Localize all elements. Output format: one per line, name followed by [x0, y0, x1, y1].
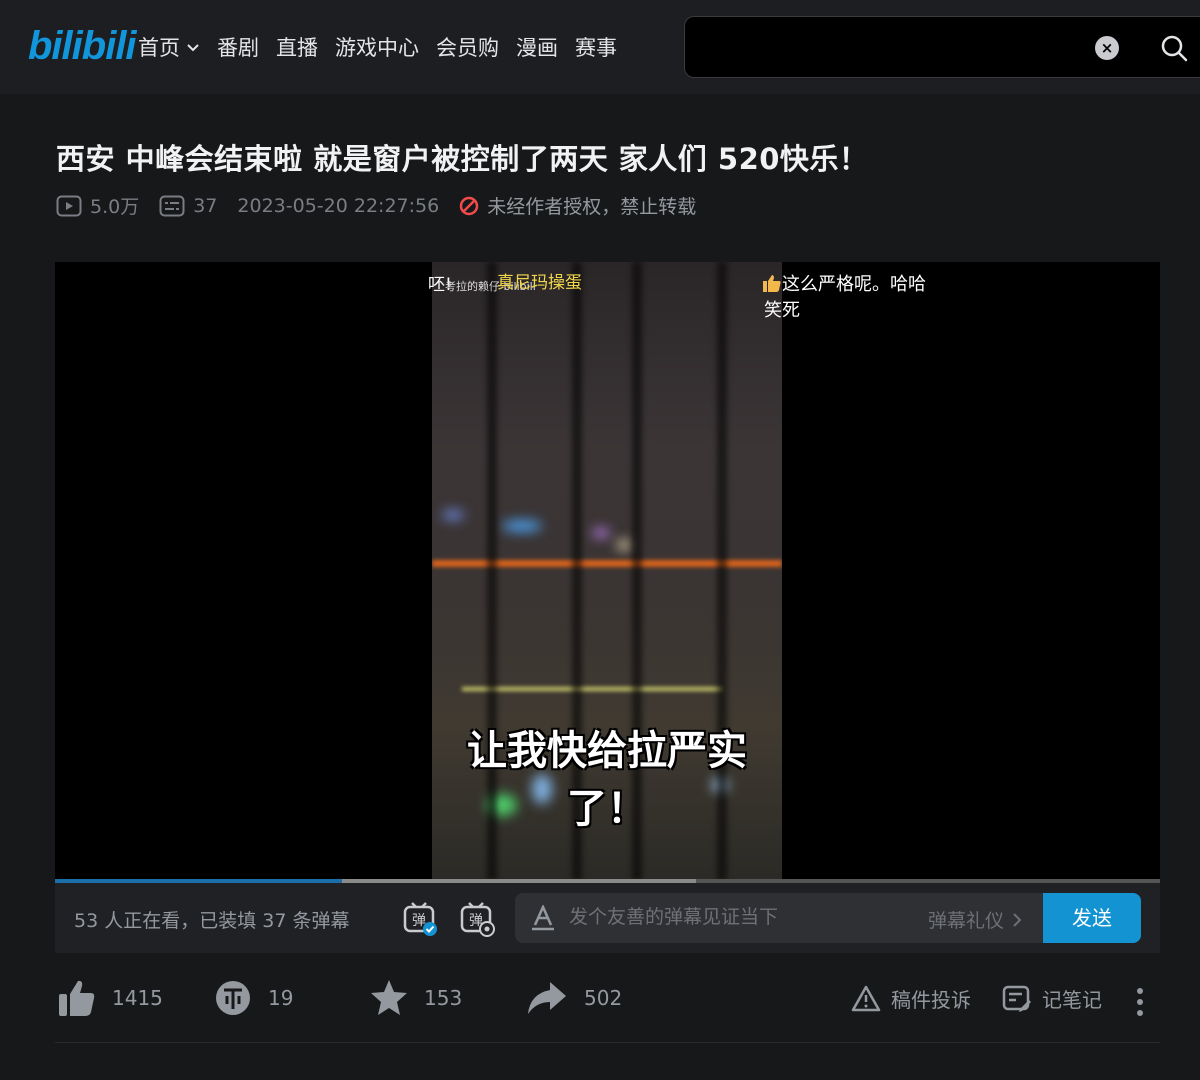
thumbs-up-icon [59, 980, 95, 1016]
star-icon [371, 980, 407, 1015]
danmaku-comment: 这么严格呢。哈哈 [762, 270, 926, 296]
coin-button[interactable]: 19 [214, 978, 293, 1018]
highway-light-orange [432, 560, 782, 567]
search-input[interactable] [701, 29, 1081, 67]
city-light [442, 510, 464, 520]
like-button[interactable]: 1415 [58, 978, 163, 1018]
video-meta: 5.0万 37 2023-05-20 22:27:56 未经作者授权，禁止转载 [56, 192, 716, 219]
video-subtitle: 让我快给拉严实了！ [467, 728, 747, 832]
danmaku-send-bar: 53 人正在看，已装填 37 条弹幕 弹 弹 弹幕礼仪 发送 [55, 883, 1160, 953]
copyright-notice: 未经作者授权，禁止转载 [459, 192, 696, 219]
note-icon [1002, 985, 1031, 1012]
divider [55, 1042, 1160, 1043]
send-danmaku-button[interactable]: 发送 [1043, 893, 1141, 943]
publish-date: 2023-05-20 22:27:56 [237, 194, 440, 217]
view-count-value: 5.0万 [90, 196, 140, 218]
video-frame: 让我快给拉严实了！ [432, 262, 782, 880]
play-count-icon [56, 195, 82, 216]
viewer-count-text: 53 人正在看，已装填 37 条弹幕 [74, 910, 350, 932]
forbidden-icon [459, 196, 479, 215]
video-player[interactable]: 让我快给拉严实了！ 呸! 考拉的赖仔 bilibili 真尼玛操蛋 这么严格呢。… [55, 262, 1160, 880]
danmaku-settings-icon[interactable]: 弹 [459, 901, 495, 937]
danmaku-toggle-icon[interactable]: 弹 [402, 901, 438, 937]
clear-search-button[interactable]: × [1095, 36, 1119, 60]
danmaku-comment-text: 这么严格呢。哈哈 [782, 274, 926, 295]
coin-icon [216, 981, 250, 1015]
nav-home-label: 首页 [138, 36, 180, 60]
chevron-down-icon [187, 44, 199, 52]
search-box: × [684, 16, 1200, 78]
video-action-toolbar: 1415 19 153 502 稿件投诉 记笔记 [56, 978, 1160, 1026]
search-icon[interactable] [1159, 33, 1189, 63]
city-light [592, 528, 610, 538]
city-light [502, 520, 542, 532]
report-label: 稿件投诉 [891, 988, 971, 1012]
danmaku-etiquette-label: 弹幕礼仪 [928, 910, 1005, 932]
warning-icon [851, 985, 881, 1011]
view-count: 5.0万 [56, 192, 139, 219]
favorite-button[interactable]: 153 [370, 978, 462, 1018]
report-button[interactable]: 稿件投诉 [851, 984, 971, 1013]
nav-game-center[interactable]: 游戏中心 [335, 32, 419, 62]
coin-count: 19 [268, 986, 294, 1010]
danmaku-etiquette-link[interactable]: 弹幕礼仪 [928, 906, 1024, 933]
nav-home[interactable]: 首页 [138, 32, 200, 62]
copyright-text: 未经作者授权，禁止转载 [487, 196, 697, 218]
favorite-count: 153 [424, 986, 463, 1010]
thumbs-up-icon [763, 275, 781, 292]
font-style-icon[interactable] [531, 905, 555, 931]
danmaku-count-icon [159, 195, 185, 216]
nav-manga[interactable]: 漫画 [516, 32, 558, 62]
note-label: 记笔记 [1042, 988, 1102, 1012]
share-icon [528, 982, 566, 1014]
danmaku-input-box: 弹幕礼仪 发送 [515, 893, 1141, 943]
top-navbar: bilibili 首页 番剧 直播 游戏中心 会员购 漫画 赛事 × [0, 0, 1200, 94]
main-nav: 首页 番剧 直播 游戏中心 会员购 漫画 赛事 [138, 32, 634, 62]
bilibili-logo[interactable]: bilibili [28, 24, 137, 69]
share-button[interactable]: 502 [526, 978, 622, 1018]
nav-member-shop[interactable]: 会员购 [436, 32, 499, 62]
chevron-right-icon [1013, 912, 1022, 927]
share-count: 502 [584, 986, 623, 1010]
danmaku-comment: 真尼玛操蛋 [497, 273, 582, 293]
more-options-icon[interactable] [1134, 986, 1146, 1018]
note-button[interactable]: 记笔记 [1002, 984, 1102, 1013]
danmaku-count: 37 [159, 195, 217, 217]
nav-anime[interactable]: 番剧 [217, 32, 259, 62]
danmaku-count-value: 37 [193, 194, 218, 217]
danmaku-input[interactable] [569, 901, 909, 935]
like-count: 1415 [112, 986, 163, 1010]
city-light [617, 540, 631, 550]
nav-esports[interactable]: 赛事 [575, 32, 617, 62]
danmaku-comment: 笑死 [764, 300, 800, 321]
highway-light-yellow [462, 687, 722, 691]
video-title: 西安 中峰会结束啦 就是窗户被控制了两天 家人们 520快乐！ [56, 142, 869, 176]
nav-live[interactable]: 直播 [276, 32, 318, 62]
